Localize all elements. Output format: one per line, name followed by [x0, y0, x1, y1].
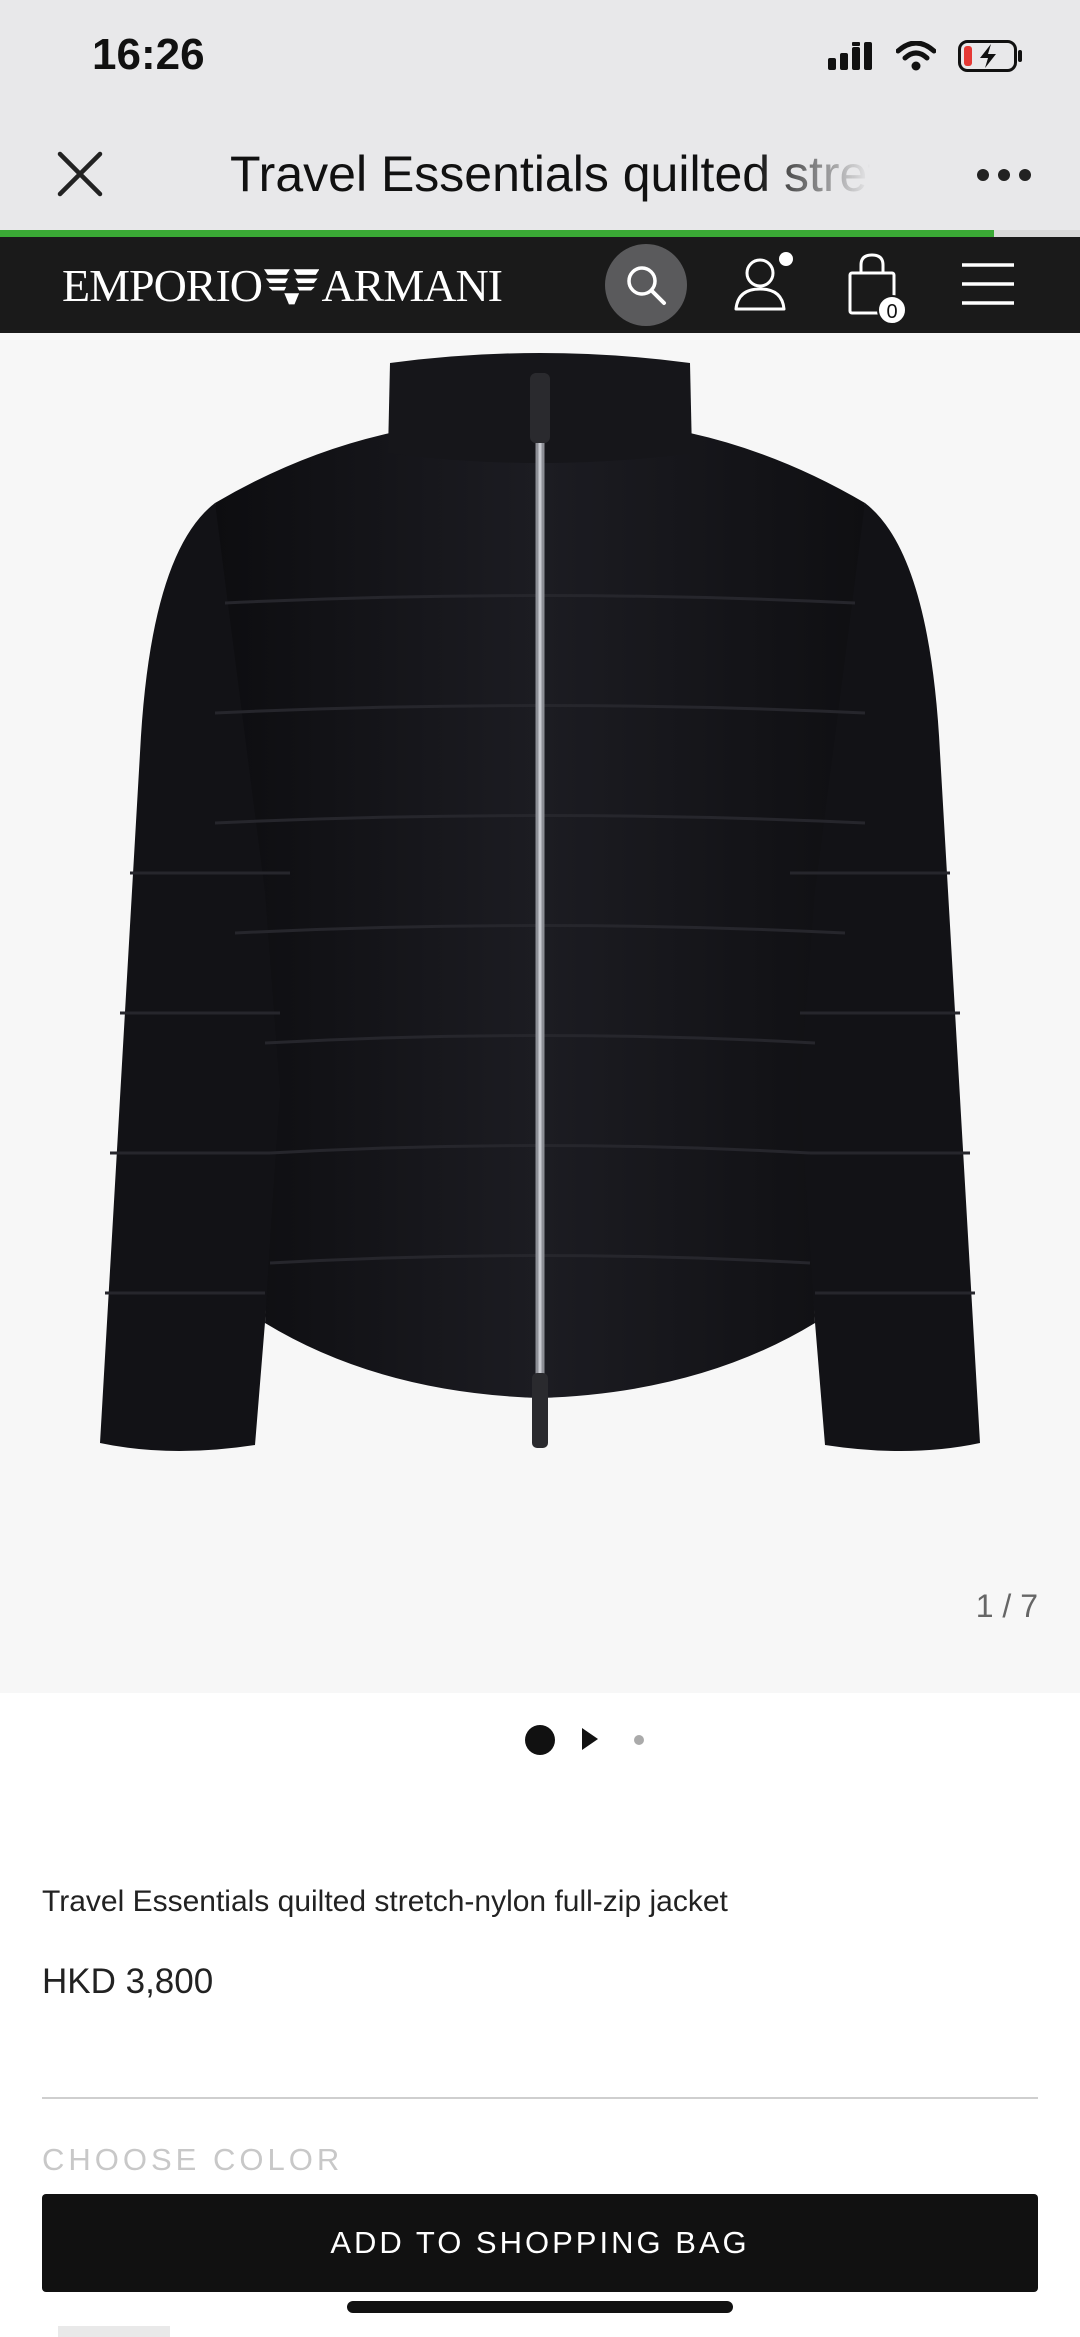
menu-icon [962, 263, 1014, 305]
brand-logo[interactable]: EMPORIO ARMANI [62, 255, 503, 315]
play-video-icon[interactable] [582, 1728, 598, 1750]
eagle-logo-icon [264, 269, 320, 305]
product-image-jacket [100, 353, 980, 1452]
signal-icon [828, 42, 872, 70]
home-indicator [347, 2301, 733, 2313]
choose-color-label: CHOOSE COLOR [42, 2142, 344, 2177]
battery-charging-icon [958, 40, 1022, 72]
product-price: HKD 3,800 [42, 1962, 214, 2001]
close-button[interactable] [48, 142, 112, 206]
close-icon [57, 151, 103, 197]
status-bar: 16:26 [0, 0, 1080, 118]
page-load-progress [0, 230, 1080, 237]
pagination-dot[interactable] [634, 1735, 644, 1745]
status-time: 16:26 [92, 30, 205, 79]
page-title-container: Travel Essentials quilted stretch-nylon … [230, 142, 870, 206]
pagination-dot-active[interactable] [525, 1725, 555, 1755]
wifi-icon [896, 41, 936, 71]
page-title: Travel Essentials quilted stretch-nylon … [230, 146, 870, 202]
page-load-progress-fill [0, 230, 994, 237]
search-button[interactable] [605, 244, 687, 326]
gallery-counter: 1 / 7 [975, 1588, 1038, 1624]
menu-button[interactable] [960, 259, 1020, 311]
gallery-pagination [0, 1720, 1080, 1760]
site-header: EMPORIO ARMANI 0 [0, 237, 1080, 333]
logo-text-right: ARMANI [321, 259, 503, 311]
account-icon [734, 252, 793, 311]
more-dots-icon [977, 169, 1031, 181]
more-button[interactable] [974, 150, 1034, 200]
product-name: Travel Essentials quilted stretch-nylon … [42, 1885, 728, 1918]
color-swatch[interactable] [58, 2326, 170, 2337]
logo-text-left: EMPORIO [62, 259, 263, 311]
browser-bar: Travel Essentials quilted stretch-nylon … [0, 118, 1080, 230]
account-button[interactable] [730, 251, 800, 321]
product-image-gallery[interactable]: 1 / 7 [0, 333, 1080, 1693]
bag-count-badge: 0 [877, 295, 907, 325]
divider [42, 2097, 1038, 2099]
search-icon [627, 266, 666, 305]
shopping-bag-button[interactable]: 0 [845, 251, 915, 329]
status-icons [828, 40, 1024, 72]
add-to-shopping-bag-button[interactable]: ADD TO SHOPPING BAG [42, 2194, 1038, 2292]
